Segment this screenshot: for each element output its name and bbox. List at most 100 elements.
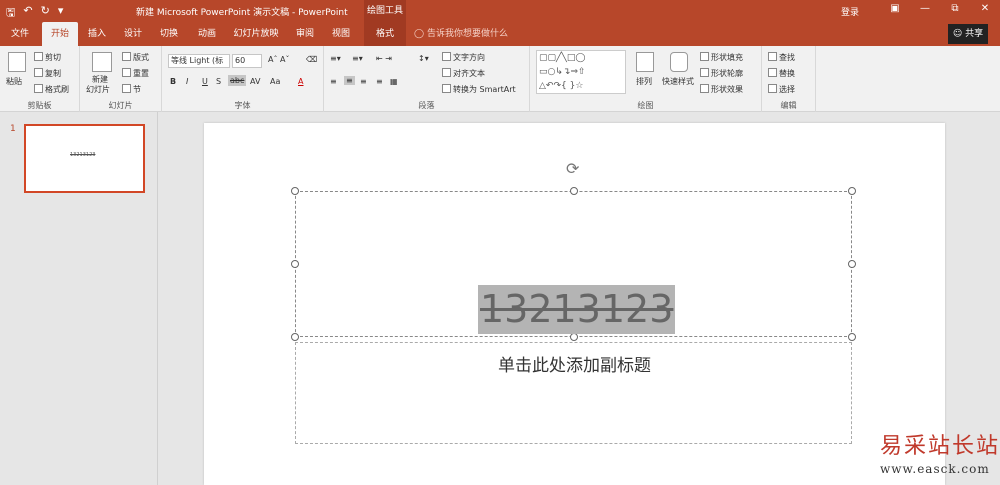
grow-font-icon[interactable]: Aˆ Aˇ bbox=[268, 55, 290, 64]
quick-styles-button[interactable]: 快速样式 bbox=[662, 76, 694, 87]
brush-icon bbox=[34, 84, 43, 93]
tab-review[interactable]: 审阅 bbox=[290, 22, 320, 46]
char-spacing-button[interactable]: AV bbox=[250, 77, 260, 86]
copy-button[interactable]: 复制 bbox=[34, 68, 61, 79]
select-label: 选择 bbox=[779, 85, 795, 94]
minimize-icon[interactable]: — bbox=[910, 3, 940, 14]
resize-handle[interactable] bbox=[570, 187, 578, 195]
font-name-select[interactable]: 等线 Light (标 bbox=[168, 54, 230, 68]
replace-button[interactable]: 替换 bbox=[768, 68, 795, 79]
text-direction-button[interactable]: 文字方向 bbox=[442, 52, 485, 63]
close-icon[interactable]: ✕ bbox=[970, 3, 1000, 14]
replace-icon bbox=[768, 68, 777, 77]
ribbon-display-icon[interactable]: ▣ bbox=[880, 3, 910, 14]
tab-view[interactable]: 视图 bbox=[326, 22, 356, 46]
tell-me-search[interactable]: ◯ 告诉我你想要做什么 bbox=[414, 22, 508, 46]
undo-icon[interactable]: ↶ bbox=[23, 4, 32, 23]
indent-icons[interactable]: ⇤ ⇥ bbox=[376, 54, 392, 63]
resize-handle[interactable] bbox=[848, 333, 856, 341]
share-label: 共享 bbox=[965, 29, 984, 39]
search-icon bbox=[768, 52, 777, 61]
redo-icon[interactable]: ↻ bbox=[41, 4, 50, 23]
group-label-font: 字体 bbox=[234, 101, 251, 110]
reset-button[interactable]: 重置 bbox=[122, 68, 149, 79]
align-right-icon[interactable]: ≡ bbox=[360, 77, 367, 86]
strikethrough-button[interactable]: abc bbox=[228, 75, 247, 86]
resize-handle[interactable] bbox=[291, 260, 299, 268]
subtitle-placeholder[interactable]: 单击此处添加副标题 bbox=[295, 342, 852, 444]
numbering-icon[interactable]: ≡▾ bbox=[352, 54, 363, 63]
tab-design[interactable]: 设计 bbox=[118, 22, 148, 46]
slide-canvas[interactable]: ⟳ 13213123 单击此处添加副标题 bbox=[204, 123, 945, 485]
resize-handle[interactable] bbox=[848, 187, 856, 195]
align-text-label: 对齐文本 bbox=[453, 69, 485, 78]
slide-number: 1 bbox=[10, 124, 16, 134]
group-label-editing: 编辑 bbox=[780, 101, 797, 110]
tab-transitions[interactable]: 切换 bbox=[154, 22, 184, 46]
group-paragraph: ≡▾ ≡▾ ⇤ ⇥ ↕▾ ≡ ≡ ≡ ≡ ▦ 文字方向 对齐文本 转换为 Sma… bbox=[324, 46, 530, 112]
tab-file[interactable]: 文件 bbox=[4, 22, 36, 46]
restore-icon[interactable]: ⧉ bbox=[940, 3, 970, 14]
arrange-button[interactable]: 排列 bbox=[636, 76, 652, 87]
group-clipboard: 粘贴 剪切 复制 格式刷 剪贴板 bbox=[0, 46, 80, 112]
align-center-icon[interactable]: ≡ bbox=[344, 76, 355, 85]
resize-handle[interactable] bbox=[291, 187, 299, 195]
slide-thumbnail[interactable]: 13213123 bbox=[24, 124, 145, 193]
columns-icon[interactable]: ▦ bbox=[390, 77, 398, 86]
copy-label: 复制 bbox=[45, 69, 61, 78]
bullets-icon[interactable]: ≡▾ bbox=[330, 54, 341, 63]
section-button[interactable]: 节 bbox=[122, 84, 141, 95]
align-text-button[interactable]: 对齐文本 bbox=[442, 68, 485, 79]
shape-effects-button[interactable]: 形状效果 bbox=[700, 84, 743, 95]
group-label-slides: 幻灯片 bbox=[108, 101, 133, 110]
find-button[interactable]: 查找 bbox=[768, 52, 795, 63]
text-direction-label: 文字方向 bbox=[453, 53, 485, 62]
align-left-icon[interactable]: ≡ bbox=[330, 77, 337, 86]
smartart-icon bbox=[442, 84, 451, 93]
section-icon bbox=[122, 84, 131, 93]
tab-format[interactable]: 格式 bbox=[364, 22, 406, 46]
subtitle-prompt: 单击此处添加副标题 bbox=[498, 356, 651, 376]
tab-home[interactable]: 开始 bbox=[42, 22, 78, 46]
share-button[interactable]: ☺ 共享 bbox=[948, 24, 988, 44]
shadow-button[interactable]: S bbox=[216, 77, 221, 86]
cut-label: 剪切 bbox=[45, 53, 61, 62]
tab-animations[interactable]: 动画 bbox=[190, 22, 224, 46]
copy-icon bbox=[34, 68, 43, 77]
shapes-gallery[interactable]: ▢▢╱╲□◯ ▭○↳↴⇒⇧ △↶↷{ }☆ bbox=[536, 50, 626, 94]
save-icon[interactable]: 🖫 bbox=[6, 4, 15, 23]
tab-slideshow[interactable]: 幻灯片放映 bbox=[232, 22, 280, 46]
format-painter-button[interactable]: 格式刷 bbox=[34, 84, 69, 95]
customize-icon[interactable]: ▾ bbox=[58, 4, 64, 23]
cut-button[interactable]: 剪切 bbox=[34, 52, 61, 63]
font-size-select[interactable]: 60 bbox=[232, 54, 262, 68]
select-button[interactable]: 选择 bbox=[768, 84, 795, 95]
title-text-selected[interactable]: 13213123 bbox=[478, 285, 676, 334]
shape-outline-button[interactable]: 形状轮廓 bbox=[700, 68, 743, 79]
underline-button[interactable]: U bbox=[202, 77, 208, 86]
title-bar: 🖫 ↶ ↻ ▾ 新建 Microsoft PowerPoint 演示文稿 - P… bbox=[0, 0, 1000, 22]
clear-format-icon[interactable]: ⌫ bbox=[306, 55, 317, 64]
font-color-button[interactable]: A bbox=[298, 77, 303, 86]
watermark-line2: www.easck.com bbox=[880, 462, 990, 476]
tab-insert[interactable]: 插入 bbox=[82, 22, 112, 46]
bold-button[interactable]: B bbox=[170, 77, 176, 86]
layout-button[interactable]: 版式 bbox=[122, 52, 149, 63]
scissors-icon bbox=[34, 52, 43, 61]
window-controls: ▣ — ⧉ ✕ bbox=[880, 3, 1000, 14]
change-case-button[interactable]: Aa bbox=[270, 77, 280, 86]
login-button[interactable]: 登录 bbox=[841, 5, 859, 18]
italic-button[interactable]: I bbox=[186, 77, 188, 86]
shape-fill-button[interactable]: 形状填充 bbox=[700, 52, 743, 63]
line-spacing-icon[interactable]: ↕▾ bbox=[418, 54, 429, 63]
resize-handle[interactable] bbox=[291, 333, 299, 341]
resize-handle[interactable] bbox=[848, 260, 856, 268]
paste-button[interactable]: 粘贴 bbox=[6, 76, 22, 87]
layout-icon bbox=[122, 52, 131, 61]
resize-handle[interactable] bbox=[570, 333, 578, 341]
justify-icon[interactable]: ≡ bbox=[376, 77, 383, 86]
new-slide-label[interactable]: 幻灯片 bbox=[86, 84, 110, 95]
reset-label: 重置 bbox=[133, 69, 149, 78]
smartart-button[interactable]: 转换为 SmartArt bbox=[442, 84, 516, 95]
rotate-handle-icon[interactable]: ⟳ bbox=[566, 159, 579, 178]
